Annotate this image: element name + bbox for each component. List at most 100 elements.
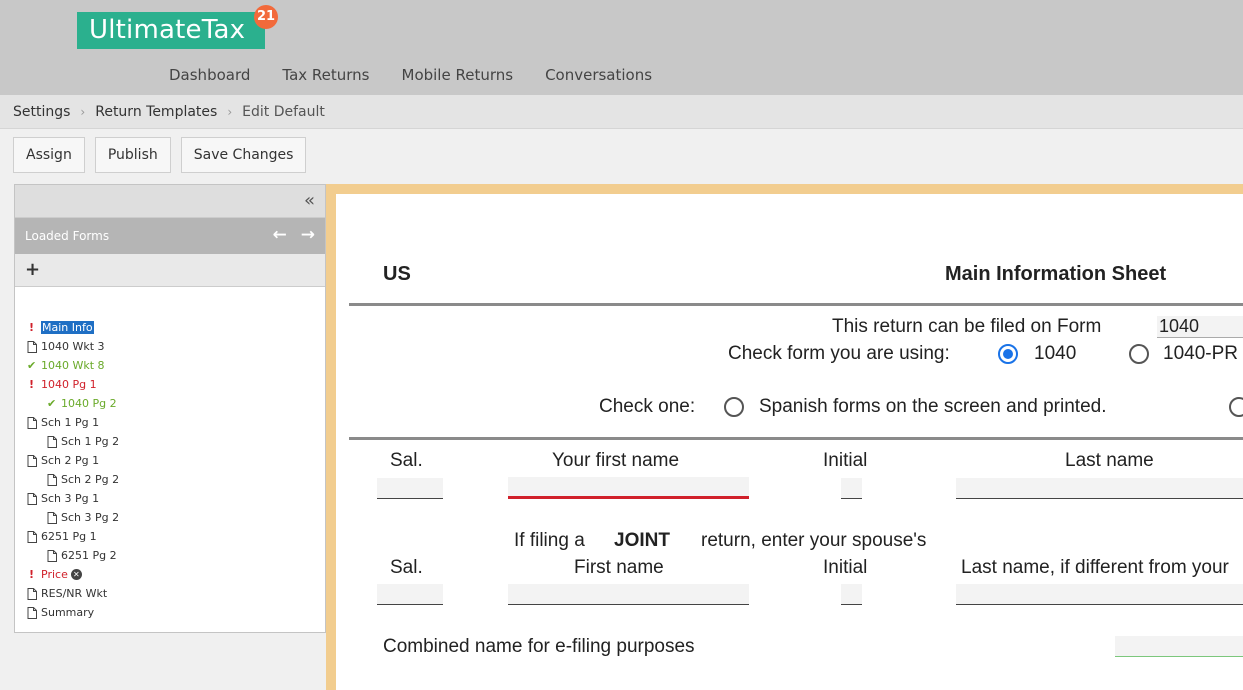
breadcrumb-settings[interactable]: Settings [13,104,70,120]
breadcrumb: Settings › Return Templates › Edit Defau… [0,95,1243,129]
first-name-field[interactable] [508,477,749,499]
form-country: US [383,263,411,285]
spouse-last-name-label: Last name, if different from your [961,557,1229,578]
spouse-first-name-field[interactable] [508,584,749,605]
tree-item-label: Sch 3 Pg 2 [61,511,120,524]
joint-label: JOINT [614,530,670,551]
breadcrumb-edit-default: Edit Default [242,103,325,120]
tree-item-1040-wkt-8[interactable]: ✔ 1040 Wkt 8 [27,356,325,375]
document-icon [47,473,61,486]
tree-item-label: Summary [41,606,95,619]
combined-name-label: Combined name for e-filing purposes [383,636,695,657]
spouse-sal-field[interactable] [377,584,443,605]
tree-item-label: 1040 Wkt 8 [41,359,105,372]
spouse-initial-field[interactable] [841,584,862,605]
first-name-label: Your first name [552,450,680,471]
tree-item-label: RES/NR Wkt [41,587,108,600]
tree-item-label: 6251 Pg 2 [61,549,117,562]
form-page: US Main Information Sheet This return ca… [336,194,1243,690]
tree-item-1040-pg-1[interactable]: ! 1040 Pg 1 [27,375,325,394]
document-icon [27,454,41,467]
warning-icon: ! [29,378,35,391]
arrow-right-icon[interactable]: → [301,225,315,245]
tree-item-label: Main Info [41,321,94,334]
radio-spanish[interactable] [724,397,744,417]
check-one-label: Check one: [599,396,696,417]
radio-english[interactable] [1229,397,1243,417]
forms-sidebar: « Loaded Forms ← → + ! Main Info 1040 Wk… [14,184,326,633]
tree-item-6251-pg-1[interactable]: 6251 Pg 1 [27,527,325,546]
tree-item-6251-pg-2[interactable]: 6251 Pg 2 [27,546,325,565]
radio-1040pr-label: 1040-PR [1163,343,1238,364]
tree-item-sch-3-pg-2[interactable]: Sch 3 Pg 2 [27,508,325,527]
tree-item-label: 1040 Pg 2 [61,397,117,410]
main-nav: Dashboard Tax Returns Mobile Returns Con… [169,66,684,84]
document-icon [27,530,41,543]
tree-item-label: 6251 Pg 1 [41,530,97,543]
radio-1040pr[interactable] [1129,344,1149,364]
filed-on-field[interactable]: 1040 [1157,316,1243,338]
toolbar: Assign Publish Save Changes [13,137,307,173]
nav-conversations[interactable]: Conversations [545,66,652,84]
tree-item-sch-1-pg-1[interactable]: Sch 1 Pg 1 [27,413,325,432]
check-form-label: Check form you are using: [728,343,950,364]
remove-circle-icon[interactable]: ✕ [70,569,82,580]
ultimatetax-logo[interactable]: UltimateTax [77,12,265,49]
document-icon [47,435,61,448]
tree-item-sch-2-pg-2[interactable]: Sch 2 Pg 2 [27,470,325,489]
top-header: UltimateTax 21 Dashboard Tax Returns Mob… [0,0,1243,95]
document-icon [47,511,61,524]
if-filing-label: If filing a [514,530,585,551]
tree-item-label: Sch 3 Pg 1 [41,492,100,505]
document-icon [27,416,41,429]
checkmark-icon: ✔ [27,359,37,372]
combined-name-field[interactable] [1115,636,1243,657]
checkmark-icon: ✔ [47,397,57,410]
assign-button[interactable]: Assign [13,137,85,173]
sal-field[interactable] [377,478,443,499]
form-divider [349,303,1243,306]
loaded-forms-header: Loaded Forms ← → [15,218,325,254]
tree-item-sch-3-pg-1[interactable]: Sch 3 Pg 1 [27,489,325,508]
form-title: Main Information Sheet [945,263,1167,285]
spanish-option-label: Spanish forms on the screen and printed. [759,396,1107,417]
tree-item-label: Sch 1 Pg 2 [61,435,120,448]
tree-item-summary[interactable]: Summary [27,603,325,622]
document-icon [27,340,41,353]
tree-item-label: 1040 Wkt 3 [41,340,105,353]
tree-item-res-nr-wkt[interactable]: RES/NR Wkt [27,584,325,603]
document-icon [47,549,61,562]
tree-item-sch-2-pg-1[interactable]: Sch 2 Pg 1 [27,451,325,470]
loaded-forms-label: Loaded Forms [25,229,110,243]
document-icon [27,587,41,600]
tree-item-label: Price [41,568,68,581]
form-divider [349,437,1243,440]
radio-1040[interactable] [998,344,1018,364]
tree-item-main-info[interactable]: ! Main Info [27,318,325,337]
last-name-field[interactable] [956,478,1243,499]
document-icon [27,492,41,505]
tree-item-sch-1-pg-2[interactable]: Sch 1 Pg 2 [27,432,325,451]
sidebar-collapse-bar: « [15,185,325,218]
tree-item-1040-wkt-3[interactable]: 1040 Wkt 3 [27,337,325,356]
nav-tax-returns[interactable]: Tax Returns [282,66,369,84]
tree-item-1040-pg-2[interactable]: ✔ 1040 Pg 2 [27,394,325,413]
add-form-button[interactable]: + [15,254,325,287]
spouse-initial-label: Initial [823,557,868,578]
nav-mobile-returns[interactable]: Mobile Returns [402,66,514,84]
radio-1040-label: 1040 [1034,343,1077,364]
save-changes-button[interactable]: Save Changes [180,137,307,173]
nav-dashboard[interactable]: Dashboard [169,66,250,84]
initial-field[interactable] [841,478,862,499]
chevron-right-icon: › [227,104,233,119]
double-chevron-left-icon[interactable]: « [304,190,315,211]
filed-on-label: This return can be filed on Form [832,316,1102,337]
arrow-left-icon[interactable]: ← [273,225,287,245]
tree-item-price[interactable]: ! Price ✕ [27,565,325,584]
warning-icon: ! [29,568,35,581]
spouse-last-name-field[interactable] [956,584,1243,605]
publish-button[interactable]: Publish [94,137,171,173]
sal-label: Sal. [390,450,423,471]
breadcrumb-return-templates[interactable]: Return Templates [95,104,217,120]
logo-badge: 21 [254,5,278,29]
